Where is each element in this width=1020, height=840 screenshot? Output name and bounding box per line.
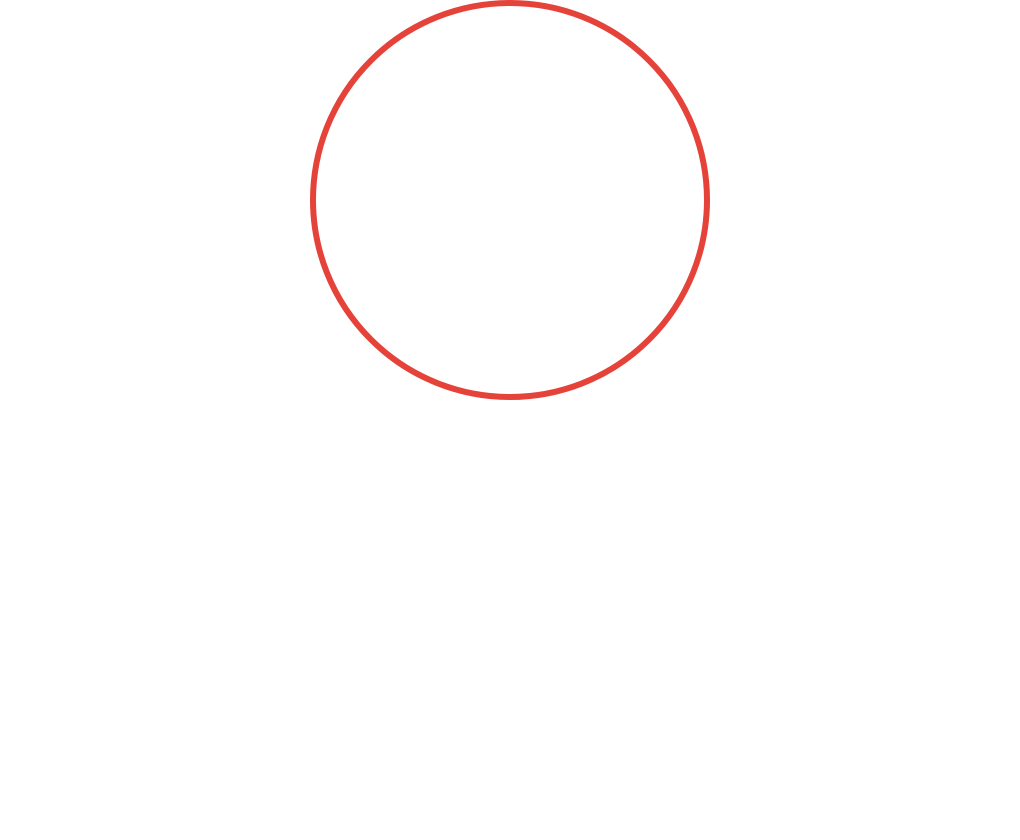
red-circle-outline [310, 0, 710, 400]
ring-drawing [310, 0, 710, 400]
blank-canvas [0, 0, 1020, 840]
